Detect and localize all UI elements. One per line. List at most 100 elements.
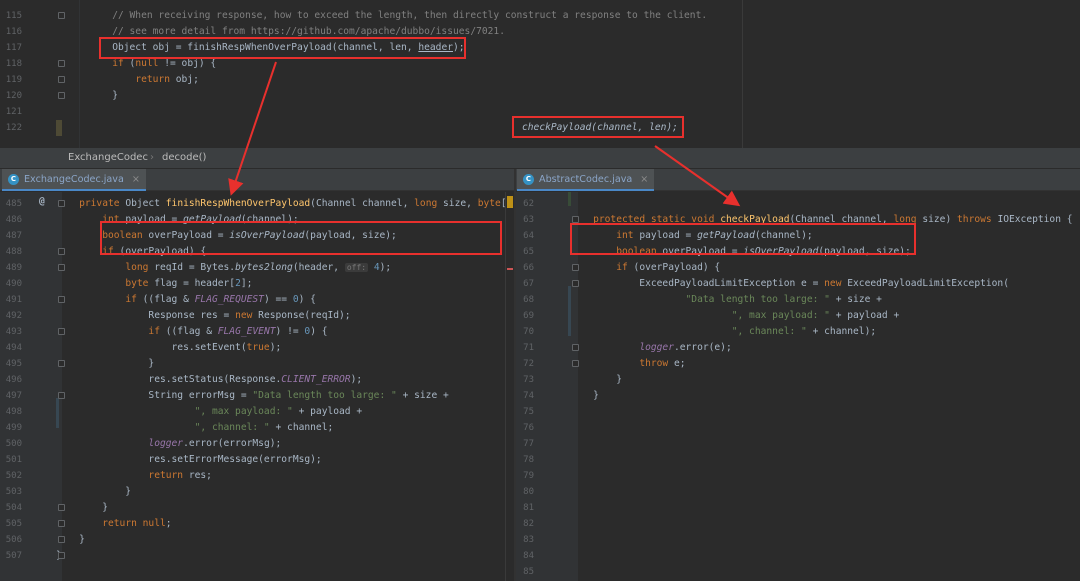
close-icon[interactable]: × xyxy=(132,174,140,185)
override-marker-icon[interactable]: @ xyxy=(39,194,45,210)
fold-marker-icon[interactable] xyxy=(58,248,65,255)
left-right-splitter[interactable] xyxy=(514,169,516,581)
breadcrumb-class[interactable]: ExchangeCodec xyxy=(68,148,148,168)
line-number: 121 xyxy=(5,107,22,117)
code-line[interactable] xyxy=(570,516,1073,532)
fold-marker-icon[interactable] xyxy=(58,536,65,543)
fold-marker-icon[interactable] xyxy=(58,200,65,207)
code-line[interactable]: res.setEvent(true); xyxy=(56,340,512,356)
line-number: 115 xyxy=(5,11,22,21)
code-line[interactable] xyxy=(570,500,1073,516)
code-line[interactable]: } xyxy=(66,88,707,104)
code-line[interactable]: boolean overPayload = isOverPayload(payl… xyxy=(570,244,1073,260)
fold-marker-icon[interactable] xyxy=(58,76,65,83)
code-line[interactable]: ", max payload: " + payload + xyxy=(570,308,1073,324)
top-editor[interactable]: 115 116 117 118 119 120 121 122 // When receivi… xyxy=(0,0,1080,148)
code-line[interactable] xyxy=(66,104,707,120)
breadcrumb-method[interactable]: decode() xyxy=(162,148,206,168)
code-line[interactable] xyxy=(570,532,1073,548)
code-line[interactable]: // see more detail from https://github.c… xyxy=(66,24,707,40)
fold-marker-icon[interactable] xyxy=(58,504,65,511)
code-line[interactable]: byte flag = header[2]; xyxy=(56,276,512,292)
code-line[interactable] xyxy=(570,452,1073,468)
left-editor[interactable]: 485 486 487 488 489 490 491 492 493 494 495 496 497 4… xyxy=(0,192,514,581)
line-number: 485 xyxy=(5,199,22,209)
code-line[interactable]: Response res = new Response(reqId); xyxy=(56,308,512,324)
close-icon[interactable]: × xyxy=(640,174,648,185)
code-line[interactable]: // When receiving response, how to excee… xyxy=(66,8,707,24)
fold-marker-icon[interactable] xyxy=(58,552,65,559)
tab-abstract-codec[interactable]: C AbstractCodec.java × xyxy=(517,169,655,191)
code-line[interactable]: "Data length too large: " + size + xyxy=(570,292,1073,308)
fold-marker-icon[interactable] xyxy=(58,264,65,271)
line-number: 505 xyxy=(5,519,22,529)
code-line[interactable]: res.setStatus(Response.CLIENT_ERROR); xyxy=(56,372,512,388)
code-line[interactable]: if ((flag & FLAG_EVENT) != 0) { xyxy=(56,324,512,340)
fold-marker-icon[interactable] xyxy=(572,216,579,223)
code-line[interactable]: } xyxy=(570,372,1073,388)
code-token: ", max payload: " xyxy=(731,310,830,321)
code-line[interactable]: ", max payload: " + payload + xyxy=(56,404,512,420)
fold-marker-icon[interactable] xyxy=(58,520,65,527)
fold-marker-icon[interactable] xyxy=(58,92,65,99)
code-line[interactable]: logger.error(errorMsg); xyxy=(56,436,512,452)
code-line[interactable]: return res; xyxy=(56,468,512,484)
code-line[interactable]: String errorMsg = "Data length too large… xyxy=(56,388,512,404)
code-line[interactable]: Object obj = finishRespWhenOverPayload(c… xyxy=(66,40,707,56)
fold-marker-icon[interactable] xyxy=(58,328,65,335)
code-line[interactable]: } xyxy=(56,356,512,372)
code-line[interactable]: if ((flag & FLAG_REQUEST) == 0) { xyxy=(56,292,512,308)
code-line[interactable] xyxy=(570,548,1073,564)
right-code[interactable]: protected static void checkPayload(Chann… xyxy=(570,196,1073,580)
code-line[interactable]: if (overPayload) { xyxy=(570,260,1073,276)
code-line[interactable] xyxy=(570,564,1073,580)
code-line[interactable]: if (overPayload) { xyxy=(56,244,512,260)
code-line[interactable]: ", channel: " + channel; xyxy=(56,420,512,436)
code-line[interactable]: } xyxy=(56,500,512,516)
fold-marker-icon[interactable] xyxy=(58,392,65,399)
code-line[interactable]: ", channel: " + channel); xyxy=(570,324,1073,340)
code-token: .error(errorMsg); xyxy=(183,438,282,449)
code-line[interactable]: long reqId = Bytes.bytes2long(header, of… xyxy=(56,260,512,276)
code-line[interactable]: private Object finishRespWhenOverPayload… xyxy=(56,196,512,212)
code-line[interactable] xyxy=(570,404,1073,420)
code-line[interactable] xyxy=(570,468,1073,484)
code-line[interactable]: if (null != obj) { xyxy=(66,56,707,72)
top-code[interactable]: // When receiving response, how to excee… xyxy=(66,8,707,136)
code-line[interactable]: boolean overPayload = isOverPayload(payl… xyxy=(56,228,512,244)
code-line[interactable]: int payload = getPayload(channel); xyxy=(56,212,512,228)
code-line[interactable]: logger.error(e); xyxy=(570,340,1073,356)
code-line[interactable]: throw e; xyxy=(570,356,1073,372)
tab-exchange-codec[interactable]: C ExchangeCodec.java × xyxy=(2,169,146,191)
fold-marker-icon[interactable] xyxy=(572,360,579,367)
code-line[interactable] xyxy=(570,196,1073,212)
code-line[interactable]: } xyxy=(56,532,512,548)
fold-marker-icon[interactable] xyxy=(58,60,65,67)
fold-marker-icon[interactable] xyxy=(572,344,579,351)
fold-marker-icon[interactable] xyxy=(572,280,579,287)
fold-marker-icon[interactable] xyxy=(58,296,65,303)
right-editor[interactable]: 62 63 64 65 66 67 68 69 70 71 72 73 74 75 76 77 78 79 80 81… xyxy=(516,192,1080,581)
code-line[interactable]: int payload = getPayload(channel); xyxy=(570,228,1073,244)
code-line[interactable]: } xyxy=(56,548,512,564)
fold-marker-icon[interactable] xyxy=(58,360,65,367)
left-scroll-gutter[interactable] xyxy=(505,192,514,581)
code-line[interactable] xyxy=(570,436,1073,452)
vcs-change-bar xyxy=(568,192,571,206)
left-code[interactable]: private Object finishRespWhenOverPayload… xyxy=(56,196,512,564)
code-line[interactable]: } xyxy=(56,484,512,500)
code-line[interactable]: res.setErrorMessage(errorMsg); xyxy=(56,452,512,468)
code-line[interactable]: } xyxy=(570,388,1073,404)
code-line[interactable]: protected static void checkPayload(Chann… xyxy=(570,212,1072,228)
code-line[interactable]: return obj; xyxy=(66,72,707,88)
code-line[interactable] xyxy=(570,484,1073,500)
fold-marker-icon[interactable] xyxy=(58,12,65,19)
code-line[interactable]: ExceedPayloadLimitException e = new Exce… xyxy=(570,276,1073,292)
code-line[interactable]: return null; xyxy=(56,516,512,532)
code-line[interactable] xyxy=(570,420,1073,436)
fold-marker-icon[interactable] xyxy=(572,264,579,271)
